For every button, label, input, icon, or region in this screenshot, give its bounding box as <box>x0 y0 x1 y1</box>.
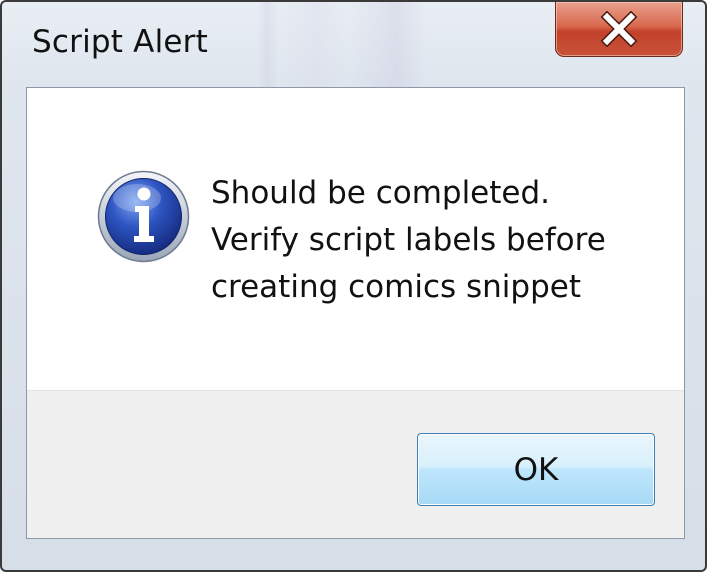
script-alert-dialog: Script Alert Should be completed. Verify… <box>0 0 707 572</box>
dialog-content: Should be completed. Verify script label… <box>26 87 685 539</box>
dialog-title: Script Alert <box>32 24 208 60</box>
message-line-2: Verify script labels before <box>211 222 606 258</box>
button-bar: OK <box>27 390 684 538</box>
message-line-1: Should be completed. <box>211 175 551 211</box>
close-button[interactable] <box>555 2 683 57</box>
message-area: Should be completed. Verify script label… <box>27 88 684 390</box>
ok-button[interactable]: OK <box>417 433 655 506</box>
message-line-3: creating comics snippet <box>211 269 581 305</box>
info-icon <box>97 170 190 263</box>
alert-message: Should be completed. Verify script label… <box>211 170 606 311</box>
close-icon <box>600 11 638 47</box>
